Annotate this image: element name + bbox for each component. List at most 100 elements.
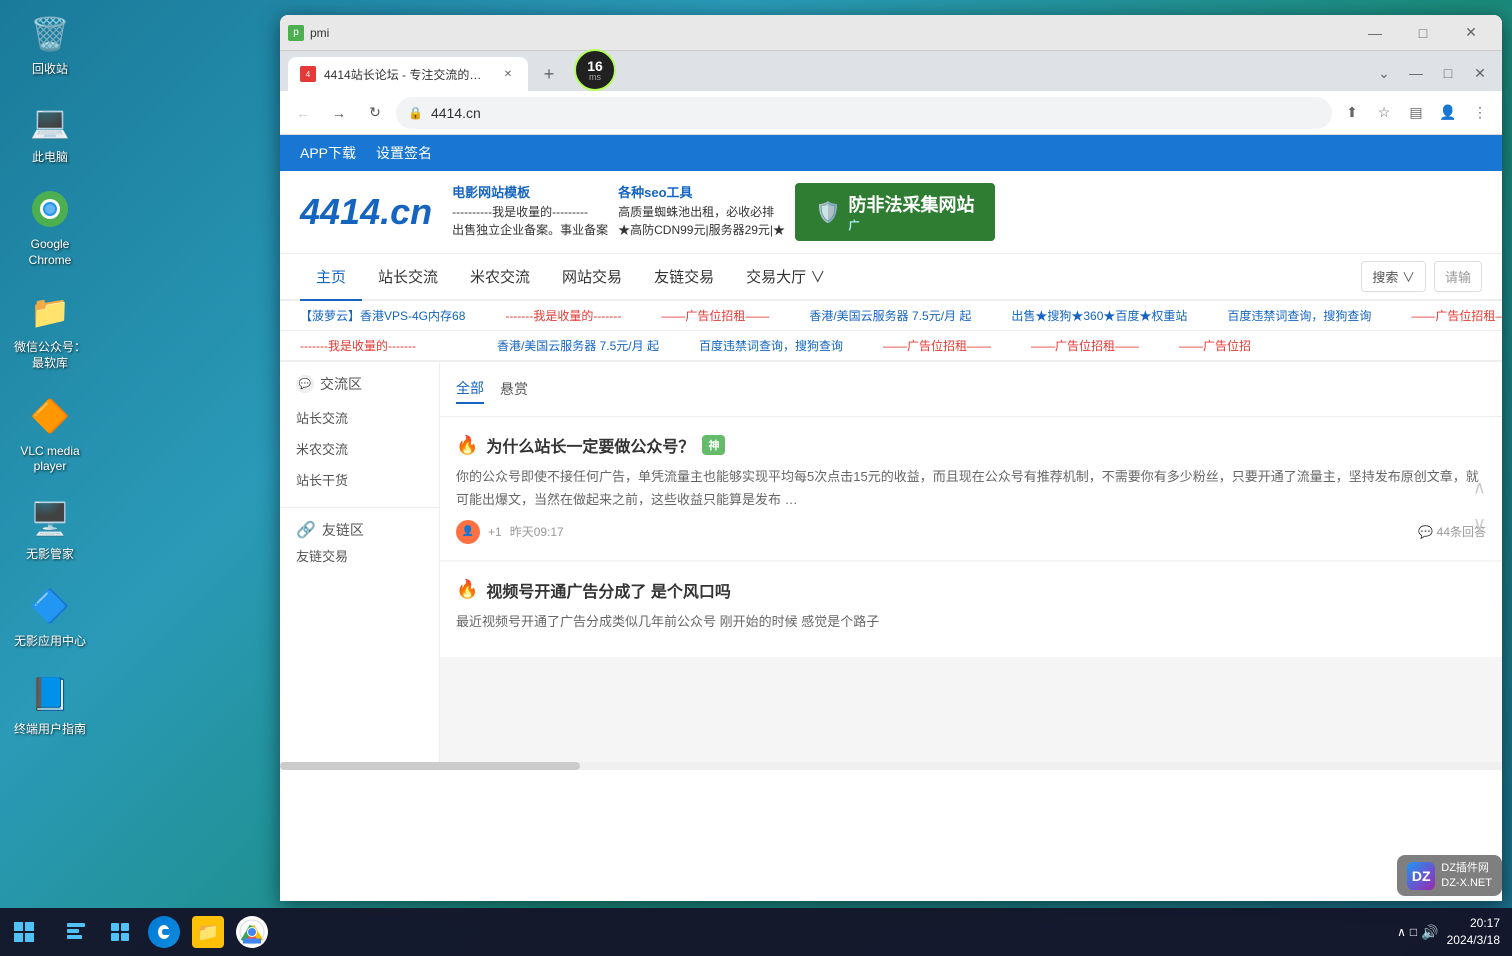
browser-tab-active[interactable]: 4 4414站长论坛 - 专注交流的站长... ✕ <box>288 57 528 91</box>
tray-display[interactable]: □ <box>1410 925 1417 939</box>
post1-arrow-down[interactable]: ∨ <box>1473 514 1486 535</box>
tab-all[interactable]: 全部 <box>456 374 484 404</box>
folder-icon[interactable]: 📁 微信公众号：最软库 <box>10 288 90 371</box>
ad-row2-item-3[interactable]: ——广告位招租—— <box>883 337 991 354</box>
recycle-bin-icon[interactable]: 🗑️ 回收站 <box>10 10 90 78</box>
taskbar-search-button[interactable] <box>56 912 96 952</box>
new-tab-button[interactable]: + <box>532 57 566 91</box>
address-input[interactable] <box>431 105 1320 121</box>
ad-row-item-2[interactable]: ——广告位招租—— <box>661 307 769 324</box>
search-label: 搜索 <box>1372 270 1398 285</box>
horizontal-scrollbar[interactable] <box>280 762 1502 770</box>
ad-row-item-4[interactable]: 出售★搜狗★360★百度★权重站 <box>1011 307 1187 324</box>
h-scrollbar-thumb[interactable] <box>280 762 580 770</box>
ad-row2-item-4[interactable]: ——广告位招租—— <box>1031 337 1139 354</box>
app-center-icon[interactable]: 🔷 无影应用中心 <box>10 582 90 650</box>
ad2-line1: 高质量蜘蛛池出租，必收必排 <box>618 203 785 221</box>
header-ad-1: 电影网站模板 ----------我是收量的--------- 出售独立企业备案… <box>452 183 608 241</box>
tab-close-window-button[interactable]: ✕ <box>1466 59 1494 87</box>
title-bar: p pmi — □ ✕ <box>280 15 1502 51</box>
post2-title[interactable]: 视频号开通广告分成了 是个风口吗 <box>486 578 730 602</box>
address-bar: ← → ↻ 🔒 ⬆ ☆ ▤ 👤 ⋮ <box>280 91 1502 135</box>
tab-restore-button[interactable]: □ <box>1434 59 1462 87</box>
nav-minong[interactable]: 米农交流 <box>454 254 546 299</box>
tab-scroll-left-button[interactable]: ⌄ <box>1370 59 1398 87</box>
forward-button[interactable]: → <box>324 98 354 128</box>
tab-title: 4414站长论坛 - 专注交流的站长... <box>324 66 492 83</box>
my-computer-icon[interactable]: 💻 此电脑 <box>10 98 90 166</box>
desktop: 🗑️ 回收站 💻 此电脑 Google Chrome 📁 微信公众号：最软库 <box>0 0 1512 956</box>
address-actions: ⬆ ☆ ▤ 👤 ⋮ <box>1338 99 1494 127</box>
ad-row2-item-2[interactable]: 百度违禁词查询，搜狗查询 <box>699 337 843 354</box>
tab-minimize-button[interactable]: — <box>1402 59 1430 87</box>
dz-text: DZ插件网 DZ-X.NET <box>1441 861 1492 890</box>
taskbar: 📁 ∧ <box>0 908 1512 956</box>
chrome-label: Google Chrome <box>10 237 90 268</box>
ad-row2-item-0[interactable]: -------我是收量的------- <box>300 337 416 354</box>
exchange-title-text: 交流区 <box>320 374 362 394</box>
taskbar-edge-button[interactable] <box>144 912 184 952</box>
sidebar-minong-link[interactable]: 米农交流 <box>296 433 423 464</box>
tray-arrow[interactable]: ∧ <box>1397 925 1406 939</box>
taskbar-file-explorer-button[interactable]: 📁 <box>188 912 228 952</box>
dz-watermark: DZ DZ插件网 DZ-X.NET <box>1397 855 1502 896</box>
close-button[interactable]: ✕ <box>1448 18 1494 48</box>
bookmark-button[interactable]: ☆ <box>1370 99 1398 127</box>
friend-section-title: 🔗 友链区 <box>296 520 423 540</box>
trade-dropdown-icon: ∨ <box>810 269 825 286</box>
shadowless-label: 无影管家 <box>26 547 74 563</box>
sidebar-tips-link[interactable]: 站长干货 <box>296 464 423 495</box>
app-download-link[interactable]: APP下载 <box>300 143 356 163</box>
sidebar-webmaster-link[interactable]: 站长交流 <box>296 402 423 433</box>
set-signature-link[interactable]: 设置签名 <box>376 143 432 163</box>
reader-mode-button[interactable]: ▤ <box>1402 99 1430 127</box>
post1-arrow-up[interactable]: ∧ <box>1473 478 1486 499</box>
nav-friend-link[interactable]: 友链交易 <box>638 254 730 299</box>
tray-volume[interactable]: 🔊 <box>1421 924 1438 941</box>
nav-home[interactable]: 主页 <box>300 254 362 301</box>
ad2-title: 各种seo工具 <box>618 183 785 203</box>
browser-window: p pmi — □ ✕ 4 4414站长论坛 - 专注交流的站长... ✕ + … <box>280 15 1502 901</box>
ad-row2-item-5[interactable]: ——广告位招 <box>1179 337 1251 354</box>
vlc-icon[interactable]: 🔶 VLC media player <box>10 392 90 475</box>
post1-title[interactable]: 为什么站长一定要做公众号？ <box>486 433 694 457</box>
tab-close-button[interactable]: ✕ <box>500 66 516 82</box>
share-button[interactable]: ⬆ <box>1338 99 1366 127</box>
address-input-container[interactable]: 🔒 <box>396 97 1332 129</box>
ad-row-item-1[interactable]: -------我是收量的------- <box>505 307 621 324</box>
tab-reward[interactable]: 悬赏 <box>500 375 528 403</box>
back-button[interactable]: ← <box>288 98 318 128</box>
ad-row-item-3[interactable]: 香港/美国云服务器 7.5元/月 起 <box>809 307 971 324</box>
nav-webmaster[interactable]: 站长交流 <box>362 254 454 299</box>
search-dropdown[interactable]: 搜索 ∨ <box>1361 261 1426 292</box>
maximize-button[interactable]: □ <box>1400 18 1446 48</box>
menu-button[interactable]: ⋮ <box>1466 99 1494 127</box>
lock-icon: 🔒 <box>408 106 423 120</box>
ad-row-item-5[interactable]: 百度违禁词查询，搜狗查询 <box>1227 307 1371 324</box>
google-chrome-icon[interactable]: Google Chrome <box>10 185 90 268</box>
profile-button[interactable]: 👤 <box>1434 99 1462 127</box>
ad-row2-item-1[interactable]: 香港/美国云服务器 7.5元/月 起 <box>497 337 659 354</box>
file-explorer-icon: 📁 <box>192 916 224 948</box>
start-button[interactable] <box>0 908 48 956</box>
edge-icon <box>148 916 180 948</box>
my-computer-image: 💻 <box>26 98 74 146</box>
taskbar-task-view-button[interactable] <box>100 912 140 952</box>
shadowless-icon[interactable]: 🖥️ 无影管家 <box>10 495 90 563</box>
nav-website-trade[interactable]: 网站交易 <box>546 254 638 299</box>
search-submit-btn[interactable]: 请输 <box>1434 261 1482 292</box>
taskbar-right: ∧ □ 🔊 20:17 2024/3/18 <box>1397 915 1512 949</box>
app-title: pmi <box>310 26 329 40</box>
nav-trade-hall[interactable]: 交易大厅 ∨ <box>730 254 841 299</box>
sidebar-friend-trade-link[interactable]: 友链交易 <box>296 540 423 571</box>
ad-row-item-6[interactable]: ——广告位招租—— <box>1411 307 1502 324</box>
post1-content: 你的公众号即使不接任何广告，单凭流量主也能够实现平均每5次点击15元的收益，而且… <box>456 465 1486 512</box>
taskbar-clock[interactable]: 20:17 2024/3/18 <box>1447 915 1500 949</box>
minimize-button[interactable]: — <box>1352 18 1398 48</box>
ad-row-item-0[interactable]: 【菠萝云】香港VPS-4G内存68 <box>300 307 465 324</box>
logo-text: 4414 <box>300 191 380 232</box>
title-bar-left: p pmi <box>288 25 329 41</box>
user-guide-icon[interactable]: 📘 终端用户指南 <box>10 670 90 738</box>
taskbar-chrome-button[interactable] <box>232 912 272 952</box>
refresh-button[interactable]: ↻ <box>360 98 390 128</box>
